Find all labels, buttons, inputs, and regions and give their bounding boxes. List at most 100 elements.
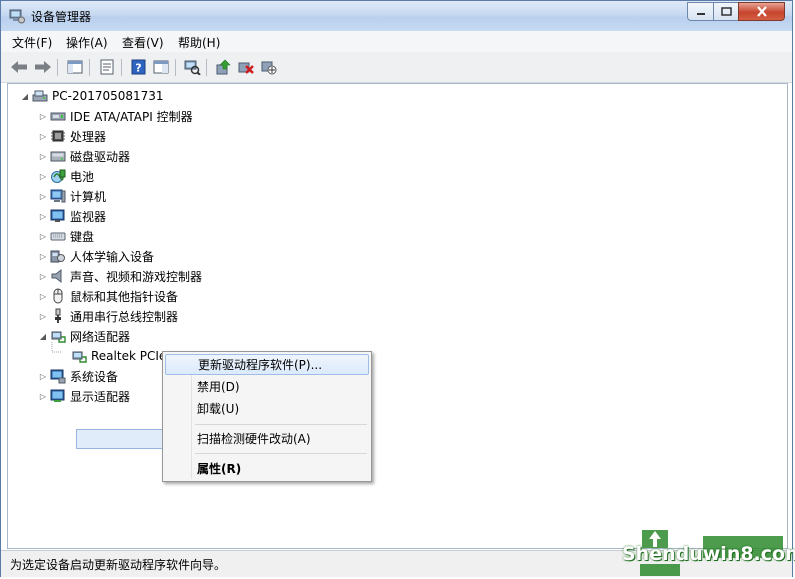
tree-item-label: 系统设备 [70, 369, 119, 384]
tree-item-label: 网络适配器 [70, 329, 131, 344]
watermark-text: Shenduwin8.com [622, 543, 795, 565]
tree-item-display-adapter[interactable]: ▷ 显示适配器 [38, 386, 130, 406]
svg-text:?: ? [135, 62, 141, 75]
expand-triangle-icon[interactable]: ▷ [38, 312, 48, 321]
processor-icon [51, 130, 65, 142]
collapse-triangle-icon[interactable]: ◢ [38, 332, 48, 341]
maximize-button[interactable] [713, 2, 739, 21]
properties-menu-item[interactable]: 属性(R) [165, 458, 369, 479]
window-title: 设备管理器 [31, 10, 92, 24]
update-driver-icon [216, 59, 231, 75]
update-driver-button[interactable] [213, 57, 233, 77]
context-menu-separator [195, 453, 367, 454]
tree-root[interactable]: ◢ PC-201705081731 [20, 86, 164, 106]
ide-controller-icon [50, 112, 66, 121]
action-pane-icon [153, 60, 169, 74]
minimize-button[interactable] [687, 2, 714, 21]
properties-icon [100, 59, 114, 75]
computer-icon [50, 189, 66, 203]
tree-item-label: 显示适配器 [70, 389, 131, 404]
tree-item-label: 电池 [70, 169, 95, 184]
expand-triangle-icon[interactable]: ▷ [38, 212, 48, 221]
minimize-icon [696, 12, 705, 15]
forward-button[interactable] [33, 57, 53, 77]
tree-item-computer[interactable]: ▷ 计算机 [38, 186, 106, 206]
tree-item-label: 处理器 [70, 129, 107, 144]
watermark: Shenduwin8.com [616, 530, 795, 577]
menu-action[interactable]: 操作(A) [66, 34, 108, 51]
menu-file[interactable]: 文件(F) [12, 34, 52, 51]
menu-help[interactable]: 帮助(H) [178, 34, 220, 51]
update-driver-menu-item[interactable]: 更新驱动程序软件(P)... [165, 354, 369, 375]
tree-item-label: IDE ATA/ATAPI 控制器 [70, 109, 193, 124]
expand-triangle-icon[interactable]: ▷ [38, 172, 48, 181]
properties-button[interactable] [97, 57, 117, 77]
close-button[interactable] [738, 2, 785, 21]
toolbar-separator [206, 59, 207, 76]
action-pane-button[interactable] [151, 57, 171, 77]
expand-triangle-icon[interactable]: ▷ [38, 232, 48, 241]
monitor-icon [50, 209, 65, 222]
console-tree-icon [67, 60, 83, 74]
tree-item-ide-controller[interactable]: ▷ IDE ATA/ATAPI 控制器 [38, 106, 193, 126]
menu-view[interactable]: 查看(V) [122, 34, 164, 51]
show-hide-console-tree-button[interactable] [65, 57, 85, 77]
device-tree[interactable]: ◢ PC-201705081731 ▷ IDE ATA/ATAPI 控制器 ▷ 处理器… [7, 83, 788, 549]
network-adapter-icon [72, 351, 87, 363]
expand-triangle-icon[interactable]: ▷ [38, 112, 48, 121]
scan-hardware-button[interactable] [182, 57, 202, 77]
help-icon: ? [131, 59, 145, 75]
computer-root-icon [32, 90, 48, 102]
tree-item-disk-drive[interactable]: ▷ 磁盘驱动器 [38, 146, 130, 166]
tree-item-keyboard[interactable]: ▷ 键盘 [38, 226, 94, 246]
close-icon [756, 6, 767, 17]
expand-triangle-icon[interactable]: ▷ [38, 192, 48, 201]
uninstall-button[interactable] [236, 57, 256, 77]
tree-item-battery[interactable]: ▷ 电池 [38, 166, 94, 186]
tree-item-sound[interactable]: ▷ 声音、视频和游戏控制器 [38, 266, 202, 286]
device-manager-icon [9, 9, 25, 24]
expand-triangle-icon[interactable]: ▷ [38, 152, 48, 161]
tree-item-label: 鼠标和其他指针设备 [70, 289, 179, 304]
disable-menu-item[interactable]: 禁用(D) [165, 376, 369, 397]
system-device-icon [50, 369, 66, 384]
disk-drive-icon [50, 151, 66, 162]
usb-icon [55, 308, 61, 323]
tree-item-hid[interactable]: ▷ 人体学输入设备 [38, 246, 154, 266]
tree-root-label: PC-201705081731 [52, 89, 164, 103]
back-arrow-icon [11, 61, 27, 73]
device-manager-window: 设备管理器 文件(F) 操作(A) 查看(V) 帮助(H) ? ◢ PC-201… [0, 0, 793, 577]
tree-item-system-device[interactable]: ▷ 系统设备 [38, 366, 118, 386]
disable-button[interactable] [259, 57, 279, 77]
back-button[interactable] [9, 57, 29, 77]
toolbar-separator [175, 59, 176, 76]
toolbar-separator [89, 59, 90, 76]
scan-hardware-icon [184, 60, 201, 75]
tree-item-mouse[interactable]: ▷ 鼠标和其他指针设备 [38, 286, 178, 306]
tree-child-realtek-label: Realtek PCIe [91, 349, 167, 363]
scan-hardware-menu-item[interactable]: 扫描检测硬件改动(A) [165, 428, 369, 449]
keyboard-icon [50, 232, 66, 241]
uninstall-menu-item[interactable]: 卸载(U) [165, 398, 369, 419]
context-menu: 更新驱动程序软件(P)... 禁用(D) 卸载(U) 扫描检测硬件改动(A) 属… [162, 351, 372, 482]
tree-item-processor[interactable]: ▷ 处理器 [38, 126, 106, 146]
tree-item-monitor[interactable]: ▷ 监视器 [38, 206, 106, 226]
context-menu-separator [195, 424, 367, 425]
uninstall-icon [238, 62, 254, 74]
tree-child-realtek[interactable]: Realtek PCIe [51, 342, 167, 366]
expand-triangle-icon[interactable]: ▷ [38, 372, 48, 381]
tree-item-label: 键盘 [70, 229, 95, 244]
expand-triangle-icon[interactable]: ▷ [38, 272, 48, 281]
expand-triangle-icon[interactable]: ▷ [38, 252, 48, 261]
tree-item-usb[interactable]: ▷ 通用串行总线控制器 [38, 306, 178, 326]
mouse-icon [53, 288, 63, 304]
title-bar[interactable]: 设备管理器 [1, 1, 792, 31]
toolbar-separator [57, 59, 58, 76]
expand-triangle-icon[interactable]: ▷ [38, 292, 48, 301]
collapse-triangle-icon[interactable]: ◢ [20, 92, 30, 101]
battery-icon [51, 169, 66, 183]
help-button[interactable]: ? [128, 57, 148, 77]
expand-triangle-icon[interactable]: ▷ [38, 132, 48, 141]
disable-icon [261, 61, 277, 75]
expand-triangle-icon[interactable]: ▷ [38, 392, 48, 401]
